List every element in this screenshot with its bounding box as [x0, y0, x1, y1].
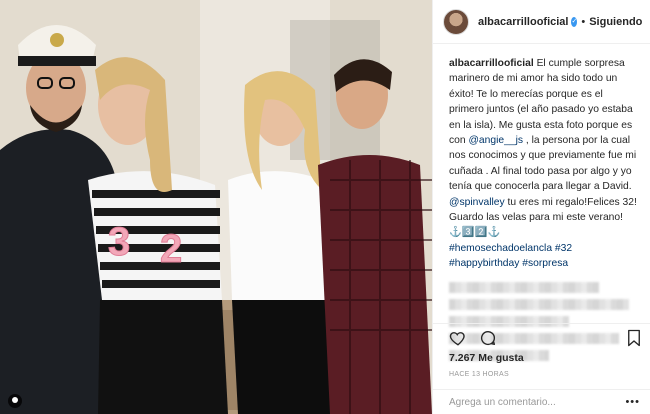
caption-text-1: El cumple sorpresa marinero de mi amor h…	[449, 58, 633, 147]
mention-angie[interactable]: @angie__js	[468, 135, 523, 146]
post-timestamp: HACE 13 HORAS	[449, 371, 509, 378]
post-caption: albacarrillooficial El cumple sorpresa m…	[433, 44, 650, 272]
post-photo[interactable]: 3 2	[0, 0, 432, 414]
likes-count[interactable]: 7.267 Me gusta	[449, 352, 524, 364]
bookmark-icon[interactable]	[626, 329, 642, 347]
post-header: albacarrillooficial ✓ • Siguiendo	[433, 0, 650, 44]
blurred-comment	[449, 281, 599, 293]
header-separator: •	[581, 15, 586, 28]
blurred-comment	[449, 298, 629, 310]
photo-illustration: 3 2	[0, 0, 432, 414]
svg-text:2: 2	[160, 227, 182, 271]
heart-icon[interactable]	[449, 329, 467, 347]
caption-username[interactable]: albacarrillooficial	[449, 58, 534, 69]
svg-text:3: 3	[108, 220, 130, 264]
mention-spinvalley[interactable]: @spinvalley	[449, 197, 505, 208]
user-tag-icon[interactable]	[8, 394, 22, 408]
comment-bubble-icon[interactable]	[479, 329, 497, 347]
more-options-icon[interactable]: •••	[625, 396, 640, 408]
header-username[interactable]: albacarrillooficial	[478, 16, 568, 28]
action-bar	[433, 323, 650, 354]
caption-hashtags[interactable]: #hemosechadoelancla #32 #happybirthday #…	[449, 243, 572, 269]
comment-input[interactable]	[449, 395, 619, 409]
following-button[interactable]: Siguiendo	[589, 16, 642, 28]
verified-badge-icon: ✓	[571, 16, 578, 27]
post-side-panel: albacarrillooficial ✓ • Siguiendo albaca…	[432, 0, 650, 414]
avatar[interactable]	[443, 8, 469, 35]
comment-box: •••	[433, 389, 650, 414]
